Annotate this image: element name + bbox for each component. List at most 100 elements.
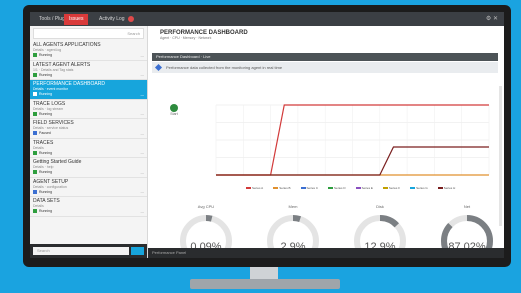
- status-text: Running: [39, 150, 53, 155]
- legend-entry: Series G: [410, 186, 433, 190]
- list-item-time: —: [140, 131, 145, 136]
- tab-issues[interactable]: Issues: [64, 14, 89, 25]
- status-icon: [33, 92, 37, 97]
- legend-label: Series C: [306, 186, 319, 190]
- main-panel: PERFORMANCE DASHBOARD Agent · CPU · Memo…: [148, 26, 504, 258]
- legend-entry: Series B: [273, 186, 295, 190]
- status-text: Running: [39, 189, 53, 194]
- chart-legend: Series A Series B Series C Series D Series E…: [246, 186, 494, 191]
- section-banner: Performance Dashboard · Live: [152, 53, 498, 61]
- list-item-status: Running: [33, 190, 144, 195]
- legend-label: Series A: [252, 186, 264, 190]
- run-label: Start: [170, 112, 178, 116]
- status-icon: [33, 111, 37, 116]
- page-subtitle: Agent · CPU · Memory · Network: [160, 36, 212, 40]
- list-item[interactable]: DATA SETS Details Running —: [30, 197, 147, 217]
- status-icon: [33, 150, 37, 155]
- legend-entry: Series C: [300, 186, 324, 190]
- list-item-time: —: [140, 170, 145, 175]
- status-icon: [33, 170, 37, 175]
- gauge-label: Net: [463, 204, 471, 209]
- list-item[interactable]: LATEST AGENT ALERTS 1/1 · Details and Tag…: [30, 61, 147, 80]
- sidebar: Search ALL AGENTS APPLICATIONS Details · …: [30, 26, 148, 258]
- tab-activity[interactable]: Activity Log: [94, 14, 139, 25]
- list-item-status: Running: [33, 209, 144, 214]
- gauge-label: Mem: [288, 204, 298, 209]
- legend-swatch: [382, 187, 388, 189]
- sidebar-footer: Search: [30, 244, 147, 258]
- list-item-time: —: [140, 209, 145, 214]
- list-item-status: Running: [33, 151, 144, 156]
- status-icon: [33, 131, 37, 136]
- legend-label: Series B: [279, 186, 291, 190]
- legend-entry: Series F: [382, 186, 405, 190]
- status-icon: [33, 72, 37, 77]
- info-text: Performance data collected from the moni…: [166, 65, 283, 70]
- top-bar: Tools / Plug Issues Activity Log ⚙ ✕: [30, 12, 504, 26]
- list-item-time: —: [140, 92, 145, 97]
- sidebar-search-input[interactable]: Search: [33, 28, 144, 39]
- window-controls[interactable]: ⚙ ✕: [486, 15, 498, 22]
- list-item[interactable]: PERFORMANCE DASHBOARD Details · event mon…: [30, 80, 147, 100]
- status-text: Running: [39, 209, 53, 213]
- status-text: Running: [39, 92, 53, 96]
- gauge-label: Avg CPU: [197, 204, 215, 209]
- legend-swatch: [437, 187, 443, 189]
- sidebar-footer-input[interactable]: Search: [33, 247, 129, 255]
- legend-swatch: [328, 187, 334, 189]
- list-item-time: —: [140, 73, 145, 77]
- page-header: PERFORMANCE DASHBOARD Agent · CPU · Memo…: [160, 30, 248, 41]
- list-item-time: —: [140, 53, 145, 58]
- list-item-status: Running: [33, 112, 144, 117]
- legend-entry: Series E: [355, 186, 378, 190]
- performance-chart: [215, 104, 490, 176]
- status-text: Running: [39, 72, 53, 77]
- status-text: Running: [39, 170, 53, 174]
- main-footer-label: Performance Panel: [152, 250, 187, 255]
- list-item-time: —: [140, 112, 145, 116]
- list-item[interactable]: TRACES Details Running —: [30, 139, 147, 158]
- alert-icon: [127, 15, 134, 22]
- status-text: Running: [39, 53, 53, 57]
- main-scrollbar[interactable]: [499, 86, 502, 226]
- list-item-time: —: [140, 190, 145, 194]
- app-screen: Tools / Plug Issues Activity Log ⚙ ✕ Sea…: [30, 12, 504, 258]
- monitor-base: [190, 279, 340, 289]
- list-item[interactable]: ALL AGENTS APPLICATIONS Details · agent.l…: [30, 41, 147, 61]
- list-item-status: Running: [33, 73, 144, 78]
- list-item-status: Paused: [33, 131, 144, 136]
- legend-entry: Series D: [328, 186, 351, 190]
- list-item[interactable]: Getting Started Guide Details · help Runni…: [30, 158, 147, 178]
- legend-label: Series E: [361, 186, 373, 190]
- play-icon[interactable]: [170, 104, 178, 112]
- run-control[interactable]: Start: [170, 104, 178, 116]
- status-icon: [33, 53, 37, 58]
- legend-label: Series D: [334, 186, 346, 190]
- list-item-status: Running: [33, 53, 144, 58]
- status-text: Running: [39, 111, 53, 116]
- sidebar-footer-button[interactable]: [131, 247, 144, 255]
- legend-label: Series H: [443, 186, 456, 190]
- info-bar: Performance data collected from the moni…: [152, 62, 498, 73]
- status-text: Paused: [39, 131, 51, 135]
- sidebar-list: ALL AGENTS APPLICATIONS Details · agent.l…: [30, 41, 147, 217]
- legend-label: Series G: [416, 186, 428, 190]
- list-item-status: Running: [33, 92, 144, 97]
- legend-label: Series F: [388, 186, 401, 190]
- legend-swatch: [355, 187, 361, 189]
- close-icon[interactable]: ✕: [493, 16, 498, 22]
- main-footer: Performance Panel: [148, 248, 504, 258]
- legend-swatch: [246, 187, 251, 189]
- status-icon: [33, 209, 37, 214]
- info-icon: [154, 63, 163, 72]
- legend-swatch: [410, 187, 416, 189]
- list-item[interactable]: AGENT SETUP Details · configuration Runnin…: [30, 178, 147, 197]
- legend-swatch: [300, 187, 306, 189]
- status-icon: [33, 189, 37, 194]
- legend-entry: Series A: [246, 186, 268, 190]
- legend-entry: Series H: [437, 186, 461, 190]
- list-item[interactable]: TRACE LOGS Details · log stream Running —: [30, 100, 147, 119]
- list-item[interactable]: FIELD SERVICES Details · service status Pa…: [30, 119, 147, 139]
- settings-icon[interactable]: ⚙: [486, 16, 491, 22]
- list-item-time: —: [140, 151, 145, 155]
